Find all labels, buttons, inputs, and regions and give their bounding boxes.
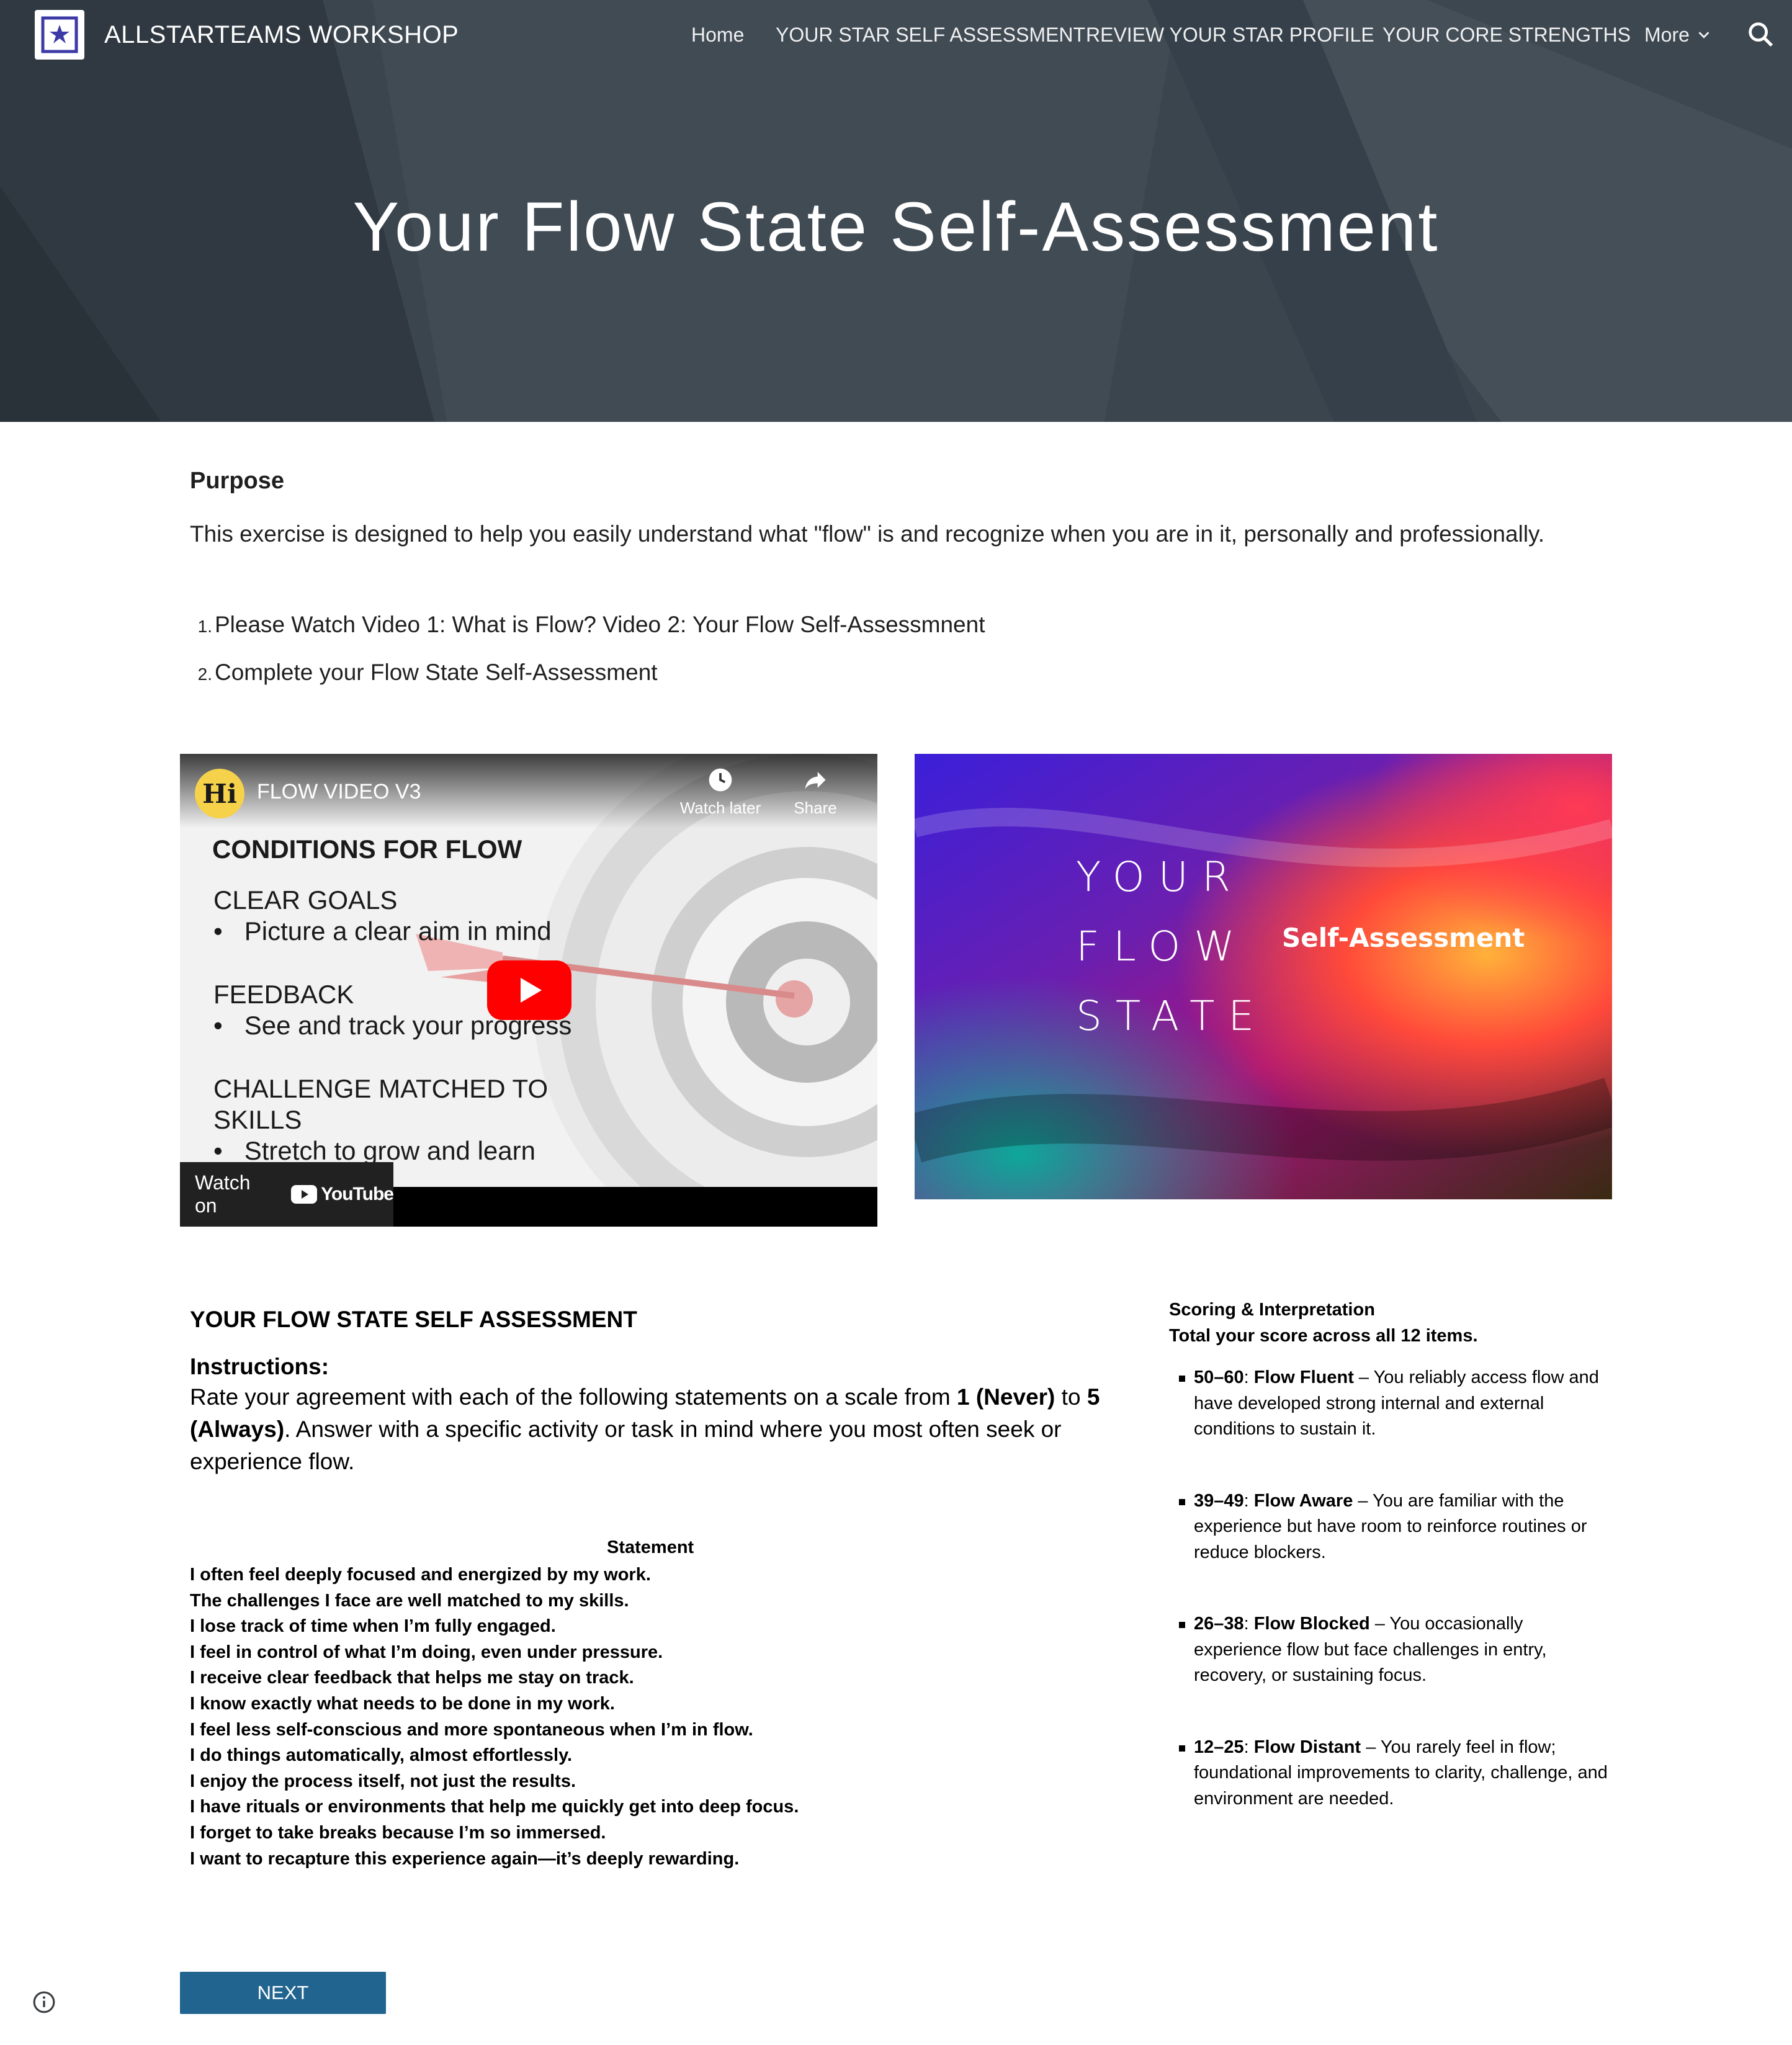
bullet: [1179, 1376, 1185, 1382]
statement-row: I lose track of time when I’m fully enga…: [190, 1616, 556, 1637]
slide-bullet-text: Stretch to grow and learn: [244, 1136, 535, 1165]
youtube-video-embed[interactable]: Hi FLOW VIDEO V3 Watch later Share CONDI…: [180, 754, 877, 1227]
instructions-part: Rate your agreement with each of the fol…: [190, 1384, 957, 1410]
slide-item: SKILLS: [213, 1105, 302, 1134]
nav-more[interactable]: More: [1644, 0, 1713, 69]
instructions-text: Rate your agreement with each of the fol…: [190, 1381, 1133, 1478]
statement-row: I receive clear feedback that helps me s…: [190, 1668, 634, 1688]
nav-star-self-assessment[interactable]: YOUR STAR SELF ASSESSMENT: [776, 0, 1085, 69]
slide-bullet-text: Picture a clear aim in mind: [244, 916, 552, 946]
assessment-title: YOUR FLOW STATE SELF ASSESSMENT: [190, 1307, 637, 1332]
score-range: 12–25: [1194, 1737, 1244, 1757]
instructions-heading: Instructions:: [190, 1354, 329, 1379]
chevron-down-icon: [1698, 32, 1709, 38]
slide-item: CHALLENGE MATCHED TO: [213, 1074, 549, 1103]
nav-home[interactable]: Home: [691, 0, 744, 69]
site-title[interactable]: ALLSTARTEAMS WORKSHOP: [104, 19, 459, 51]
score-name: Flow Distant: [1253, 1737, 1361, 1757]
flow-subtitle: Self-Assessment: [1282, 923, 1525, 953]
statement-row: I feel less self-conscious and more spon…: [190, 1719, 753, 1740]
video-title[interactable]: FLOW VIDEO V3: [257, 780, 421, 804]
score-sep: :: [1243, 1737, 1254, 1757]
purpose-text: This exercise is designed to help you ea…: [190, 521, 1545, 547]
star-logo-icon: [41, 16, 78, 53]
nav-more-label: More: [1644, 24, 1690, 46]
info-icon[interactable]: [32, 1990, 56, 2014]
share-button[interactable]: Share: [769, 766, 861, 818]
bullet: [1179, 1498, 1185, 1505]
scoring-item: 26–38: Flow Blocked – You occasionally e…: [1179, 1611, 1613, 1689]
scoring-subtitle: Total your score across all 12 items.: [1169, 1326, 1478, 1346]
scoring-title: Scoring & Interpretation: [1169, 1300, 1375, 1320]
list-text: Please Watch Video 1: What is Flow? Vide…: [215, 612, 985, 637]
scoring-item: 12–25: Flow Distant – You rarely feel in…: [1179, 1735, 1613, 1812]
scoring-heading: Scoring & Interpretation Total your scor…: [1169, 1297, 1478, 1349]
watch-later-label: Watch later: [679, 799, 761, 817]
nav-core-strengths[interactable]: YOUR CORE STRENGTHS: [1382, 0, 1631, 69]
watch-later-button[interactable]: Watch later: [674, 766, 767, 818]
instructions-part: to: [1055, 1384, 1087, 1410]
statement-row: I feel in control of what I’m doing, eve…: [190, 1642, 663, 1662]
bullet: [1179, 1622, 1185, 1628]
youtube-wordmark: YouTube: [321, 1184, 394, 1204]
scale-low: 1 (Never): [957, 1384, 1055, 1410]
scoring-item: 50–60: Flow Fluent – You reliably access…: [1179, 1365, 1613, 1443]
channel-avatar[interactable]: Hi: [195, 769, 244, 818]
statement-row: I know exactly what needs to be done in …: [190, 1693, 615, 1714]
score-range: 50–60: [1194, 1367, 1244, 1387]
score-name: Flow Aware: [1253, 1490, 1353, 1511]
statement-row: I do things automatically, almost effort…: [190, 1745, 573, 1766]
youtube-icon: [291, 1185, 318, 1204]
next-button[interactable]: NEXT: [180, 1972, 386, 2014]
scoring-item: 39–49: Flow Aware – You are familiar wit…: [1179, 1488, 1613, 1566]
statement-list: I often feel deeply focused and energize…: [190, 1562, 799, 1872]
statement-row: I want to recapture this experience agai…: [190, 1848, 740, 1869]
video-thumbnail: Hi FLOW VIDEO V3 Watch later Share CONDI…: [180, 754, 877, 1187]
bullet: [1179, 1745, 1185, 1752]
share-icon: [805, 772, 826, 789]
flow-state-image: YOUR FLOW STATE Self-Assessment: [915, 754, 1612, 1199]
search-icon[interactable]: [1745, 19, 1777, 51]
clock-icon: [709, 768, 732, 792]
header-banner: ALLSTARTEAMS WORKSHOP Home YOUR STAR SEL…: [0, 0, 1792, 422]
score-name: Flow Fluent: [1253, 1367, 1354, 1387]
score-range: 39–49: [1194, 1490, 1244, 1511]
slide-heading: CONDITIONS FOR FLOW: [212, 835, 522, 864]
list-item: 2. Complete your Flow State Self-Assessm…: [190, 650, 985, 697]
score-name: Flow Blocked: [1253, 1614, 1370, 1634]
site-logo[interactable]: [35, 10, 84, 60]
score-sep: :: [1243, 1367, 1254, 1387]
slide-item: FEEDBACK: [213, 980, 354, 1009]
statement-row: I often feel deeply focused and energize…: [190, 1565, 651, 1585]
statement-row: I forget to take breaks because I’m so i…: [190, 1822, 606, 1843]
play-icon[interactable]: [487, 960, 571, 1020]
scoring-list: 50–60: Flow Fluent – You reliably access…: [1179, 1365, 1613, 1858]
list-number: 2.: [197, 665, 212, 684]
purpose-steps: 1. Please Watch Video 1: What is Flow? V…: [190, 602, 985, 697]
instructions-part: . Answer with a specific activity or tas…: [190, 1416, 1062, 1474]
list-number: 1.: [197, 617, 212, 636]
flow-word: FLOW: [1076, 923, 1248, 970]
slide-bullet: • Picture a clear aim in mind: [213, 916, 552, 946]
youtube-logo: YouTube: [291, 1184, 394, 1205]
score-range: 26–38: [1194, 1614, 1244, 1634]
statement-row: The challenges I face are well matched t…: [190, 1590, 629, 1611]
watch-on-label: Watch on: [195, 1171, 251, 1217]
flow-word: YOUR: [1076, 853, 1244, 901]
page-title: Your Flow State Self-Assessment: [352, 188, 1440, 266]
flow-gradient-graphic: [915, 754, 1612, 1199]
watch-on-youtube-button[interactable]: Watch on YouTube: [180, 1162, 394, 1227]
list-text: Complete your Flow State Self-Assessment: [215, 660, 658, 685]
list-item: 1. Please Watch Video 1: What is Flow? V…: [190, 602, 985, 650]
score-sep: :: [1243, 1614, 1254, 1634]
purpose-heading: Purpose: [190, 468, 285, 494]
nav-review-star-profile[interactable]: REVIEW YOUR STAR PROFILE: [1086, 0, 1374, 69]
slide-item: CLEAR GOALS: [213, 885, 398, 915]
share-label: Share: [794, 799, 837, 817]
score-sep: :: [1243, 1490, 1254, 1511]
statement-row: I enjoy the process itself, not just the…: [190, 1771, 576, 1791]
statement-row: I have rituals or environments that help…: [190, 1797, 799, 1817]
flow-word: STATE: [1076, 992, 1268, 1040]
statement-header: Statement: [607, 1537, 694, 1557]
